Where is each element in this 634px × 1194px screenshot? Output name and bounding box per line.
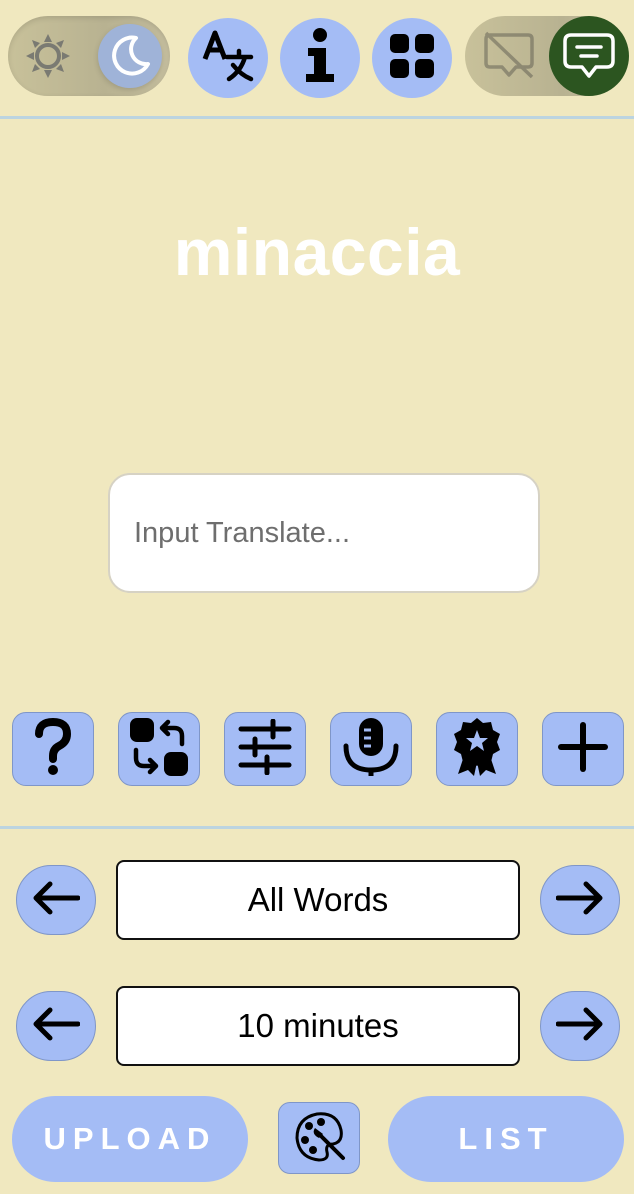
add-button[interactable]	[542, 712, 624, 786]
arrow-left-icon	[32, 881, 81, 920]
grid-icon	[388, 32, 436, 85]
palette-icon	[291, 1108, 347, 1169]
chat-off-icon	[481, 30, 537, 82]
moon-icon	[98, 24, 162, 88]
badge-icon	[448, 716, 506, 783]
app-screen: minaccia Input Translate... All Words 10…	[0, 0, 634, 1194]
settings-button[interactable]	[224, 712, 306, 786]
chat-icon	[549, 16, 629, 96]
microphone-icon	[340, 716, 402, 783]
info-button[interactable]	[280, 18, 360, 98]
palette-button[interactable]	[278, 1102, 360, 1174]
word-set-prev-button[interactable]	[16, 865, 96, 935]
translate-button[interactable]	[188, 18, 268, 98]
duration-next-button[interactable]	[540, 991, 620, 1061]
arrow-right-icon	[555, 881, 604, 920]
theme-toggle[interactable]	[8, 16, 170, 96]
duration-prev-button[interactable]	[16, 991, 96, 1061]
header-divider	[0, 116, 634, 119]
sliders-icon	[237, 718, 293, 780]
word-set-next-button[interactable]	[540, 865, 620, 935]
swap-icon	[128, 716, 190, 783]
swap-button[interactable]	[118, 712, 200, 786]
word-set-select[interactable]: All Words	[116, 860, 520, 940]
translate-icon	[201, 29, 255, 88]
help-button[interactable]	[12, 712, 94, 786]
sun-icon	[26, 34, 70, 78]
list-button[interactable]: LIST	[388, 1096, 624, 1182]
microphone-button[interactable]	[330, 712, 412, 786]
plus-icon	[558, 721, 608, 777]
apps-button[interactable]	[372, 18, 452, 98]
arrow-right-icon	[555, 1007, 604, 1046]
question-mark-icon	[33, 717, 73, 781]
chat-toggle[interactable]	[465, 16, 629, 96]
arrow-left-icon	[32, 1007, 81, 1046]
current-word: minaccia	[173, 215, 461, 289]
badge-button[interactable]	[436, 712, 518, 786]
upload-button[interactable]: UPLOAD	[12, 1096, 248, 1182]
info-icon	[300, 27, 340, 89]
duration-select[interactable]: 10 minutes	[116, 986, 520, 1066]
translate-input[interactable]	[108, 473, 540, 593]
tools-divider	[0, 826, 634, 829]
